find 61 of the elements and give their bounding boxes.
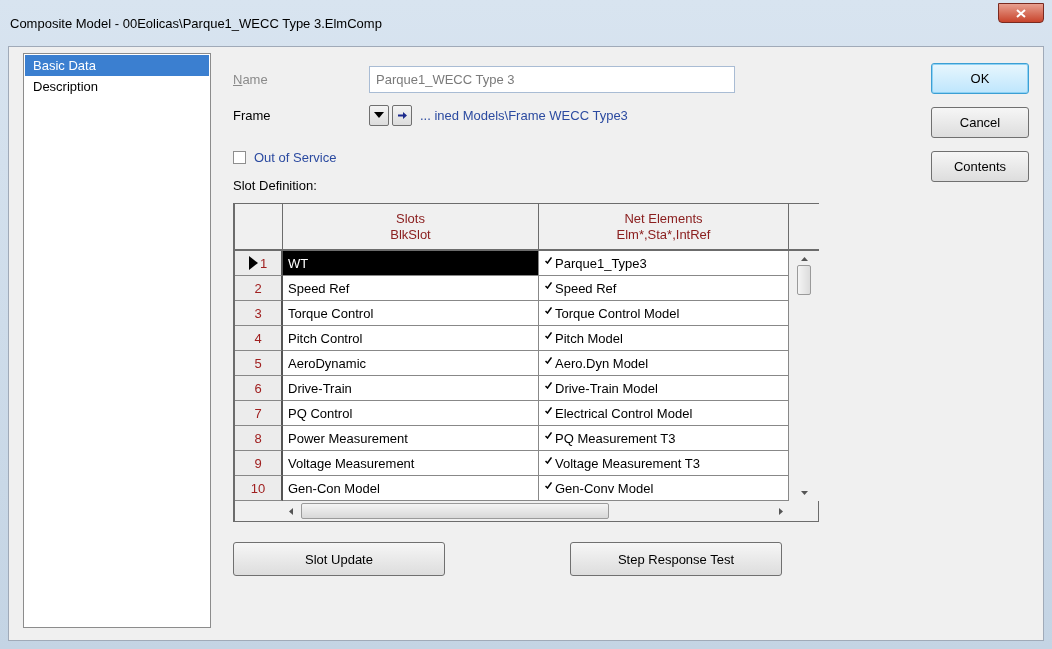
action-button[interactable]: Step Response Test <box>570 542 782 576</box>
row-number[interactable]: 1 <box>235 251 283 276</box>
row-number[interactable]: 6 <box>235 376 283 401</box>
row-number[interactable]: 2 <box>235 276 283 301</box>
row-number[interactable]: 3 <box>235 301 283 326</box>
out-of-service-checkbox[interactable] <box>233 150 246 164</box>
check-icon <box>545 257 552 264</box>
check-icon <box>545 432 552 439</box>
table-cell[interactable]: WT <box>283 251 539 276</box>
dialog-button[interactable]: Contents <box>931 151 1029 182</box>
table-cell[interactable]: Pitch Model <box>555 330 623 346</box>
scroll-left-icon[interactable] <box>289 507 293 515</box>
table-cell[interactable]: PQ Control <box>283 401 539 426</box>
table-cell[interactable]: Gen-Con Model <box>283 476 539 501</box>
check-icon <box>545 357 552 364</box>
table-cell[interactable]: Power Measurement <box>283 426 539 451</box>
check-icon <box>545 332 552 339</box>
check-icon <box>545 382 552 389</box>
sidebar-item[interactable]: Description <box>25 76 209 97</box>
sidebar-item[interactable]: Basic Data <box>25 55 209 76</box>
scroll-thumb[interactable] <box>797 265 811 295</box>
checkbox-label[interactable]: Out of Service <box>254 149 337 165</box>
table-cell[interactable]: Drive-Train <box>283 376 539 401</box>
column-header[interactable]: Net Elements Elm*,Sta*,IntRef <box>539 204 789 251</box>
row-number[interactable]: 7 <box>235 401 283 426</box>
table-cell[interactable]: Speed Ref <box>555 280 617 296</box>
dialog-button[interactable]: Cancel <box>931 107 1029 138</box>
action-button[interactable]: Slot Update <box>233 542 445 576</box>
close-button[interactable] <box>998 3 1044 23</box>
table-cell[interactable]: AeroDynamic <box>283 351 539 376</box>
table-cell[interactable]: Speed Ref <box>283 276 539 301</box>
dialog-button[interactable]: OK <box>931 63 1029 94</box>
row-number[interactable]: 4 <box>235 326 283 351</box>
table-cell[interactable]: Voltage Measurement <box>283 451 539 476</box>
check-icon <box>545 457 552 464</box>
table-cell[interactable]: Torque Control <box>283 301 539 326</box>
check-icon <box>545 307 552 314</box>
dropdown-button[interactable] <box>369 104 389 126</box>
row-pointer-icon <box>248 256 258 270</box>
arrow-icon <box>397 111 407 119</box>
frame-link[interactable]: ... ined Models\Frame WECC Type3 <box>420 107 628 123</box>
section-label: Slot Definition: <box>233 177 317 193</box>
row-number[interactable]: 5 <box>235 351 283 376</box>
row-number[interactable]: 8 <box>235 426 283 451</box>
check-icon <box>545 407 552 414</box>
scroll-up-icon[interactable] <box>800 257 808 261</box>
jump-button[interactable] <box>392 104 412 126</box>
check-icon <box>545 482 552 489</box>
row-number[interactable]: 10 <box>235 476 283 501</box>
check-icon <box>545 282 552 289</box>
name-label: Name <box>233 71 269 87</box>
caret-icon <box>374 112 384 118</box>
frame-label: Frame <box>233 107 272 123</box>
close-icon <box>1016 8 1026 18</box>
scroll-down-icon[interactable] <box>800 491 808 495</box>
column-header[interactable]: Slots BlkSlot <box>283 204 539 251</box>
scroll-thumb[interactable] <box>301 503 609 519</box>
table-cell[interactable]: Pitch Control <box>283 326 539 351</box>
scroll-right-icon[interactable] <box>779 507 783 515</box>
row-number[interactable]: 9 <box>235 451 283 476</box>
window-title: Composite Model - 00Eolicas\Parque1_WECC Type 3.ElmComp <box>10 15 382 31</box>
